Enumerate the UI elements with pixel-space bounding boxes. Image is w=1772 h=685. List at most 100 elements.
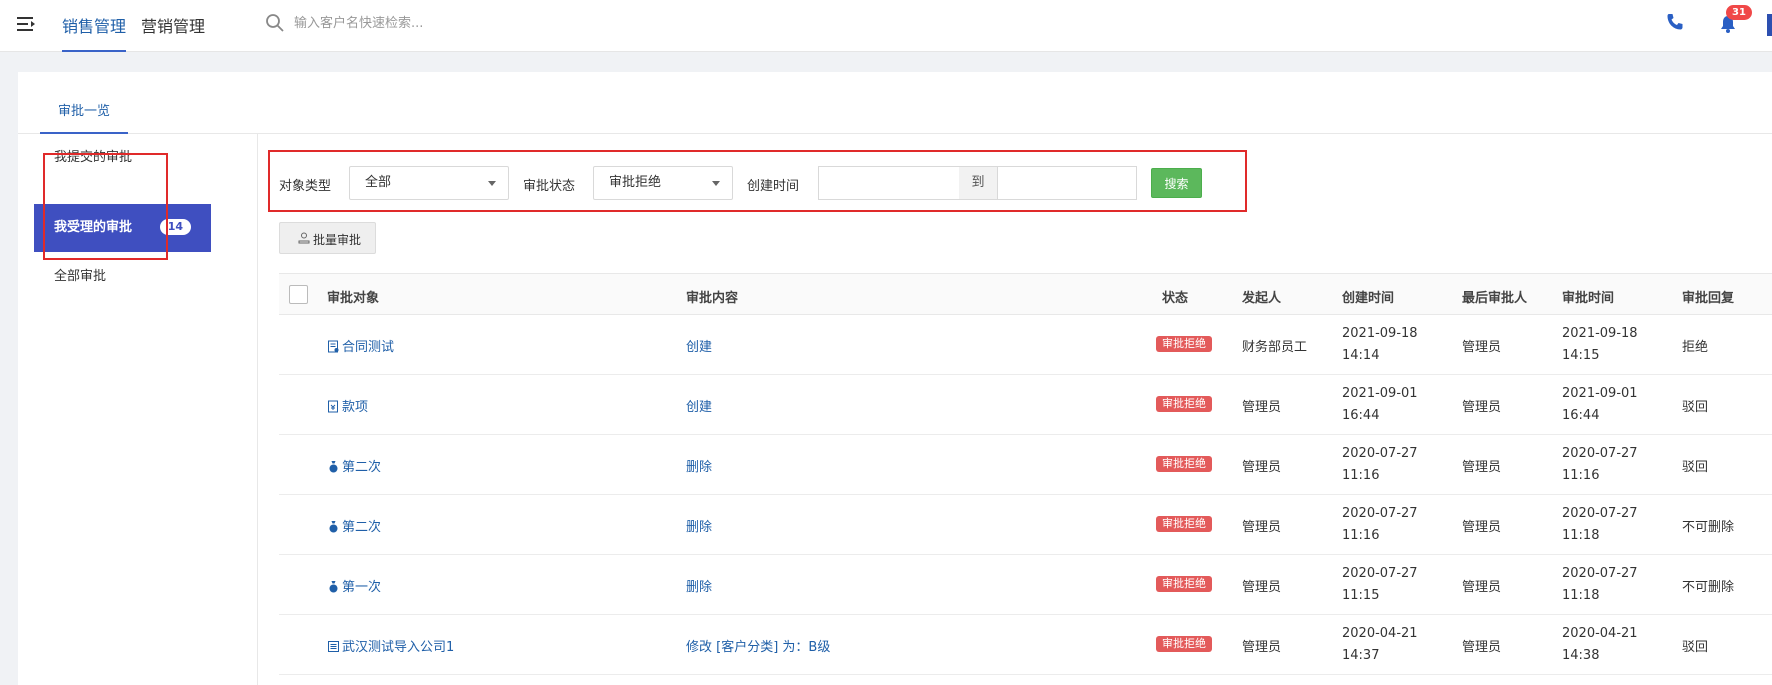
money-bag-icon (329, 461, 338, 473)
row-reply: 驳回 (1682, 400, 1709, 415)
row-approved-time: 2020-07-27 11:18 (1562, 503, 1638, 547)
table-row: 款项 创建 审批拒绝 管理员 2021-09-01 16:44 管理员 2021-… (279, 375, 1772, 435)
money-bag-icon (329, 581, 338, 593)
table-row: 合同测试 创建 审批拒绝 财务部员工 2021-09-18 14:14 管理员 2… (279, 315, 1772, 375)
row-object-text: 第二次 (342, 520, 382, 535)
col-last-approver: 最后审批人 (1462, 291, 1528, 306)
contract-icon (328, 340, 339, 353)
phone-icon[interactable] (1665, 12, 1685, 32)
status-label: 审批状态 (523, 179, 576, 194)
table-row: 第一次 删除 审批拒绝 管理员 2020-07-27 11:15 管理员 2020… (279, 555, 1772, 615)
row-content-link[interactable]: 创建 (686, 396, 712, 415)
row-object-text: 合同测试 (342, 340, 395, 355)
user-avatar-edge[interactable] (1767, 14, 1772, 36)
row-initiator: 管理员 (1242, 520, 1282, 535)
table-row: 武汉测试导入公司1 修改 [客户分类] 为：B级 审批拒绝 管理员 2020-0… (279, 615, 1772, 675)
row-approved-clock: 11:16 (1562, 468, 1600, 483)
tab-approval-overview[interactable]: 审批一览 (40, 100, 129, 134)
row-approved-clock: 14:38 (1562, 648, 1600, 663)
row-created-clock: 11:16 (1342, 468, 1380, 483)
row-created-time: 2020-07-27 11:16 (1342, 443, 1418, 487)
row-created-time: 2020-04-21 14:37 (1342, 623, 1418, 667)
date-from-input[interactable] (818, 166, 960, 200)
row-content-link[interactable]: 删除 (686, 516, 712, 535)
status-badge: 审批拒绝 (1156, 396, 1212, 412)
row-created-date: 2021-09-18 (1342, 326, 1418, 341)
row-created-date: 2020-04-21 (1342, 626, 1418, 641)
col-reply: 审批回复 (1682, 291, 1735, 306)
row-approved-date: 2020-07-27 (1562, 446, 1638, 461)
object-type-label: 对象类型 (279, 179, 332, 194)
row-created-time: 2021-09-01 16:44 (1342, 383, 1418, 427)
money-bag-icon (329, 521, 338, 533)
row-object-link[interactable]: 款项 (327, 396, 368, 415)
row-approved-time: 2021-09-01 16:44 (1562, 383, 1638, 427)
sidebar-item-handled[interactable]: 我受理的审批 14 (34, 204, 211, 252)
row-approved-date: 2020-07-27 (1562, 566, 1638, 581)
handled-count-badge: 14 (159, 219, 191, 235)
row-approved-date: 2020-07-27 (1562, 506, 1638, 521)
status-value: 审批拒绝 (609, 175, 662, 190)
row-reply: 不可删除 (1682, 520, 1735, 535)
customer-search-input[interactable] (294, 12, 614, 34)
payment-icon (328, 400, 338, 413)
object-type-select[interactable]: 全部 (349, 166, 509, 200)
col-created-time: 创建时间 (1342, 291, 1395, 306)
sidebar-item-label: 我提交的审批 (54, 150, 133, 165)
row-last-approver: 管理员 (1462, 640, 1502, 655)
row-object-text: 第二次 (342, 460, 382, 475)
row-approved-time: 2020-07-27 11:16 (1562, 443, 1638, 487)
row-approved-date: 2021-09-01 (1562, 386, 1638, 401)
date-to-input[interactable] (997, 166, 1137, 200)
row-object-link[interactable]: 合同测试 (327, 336, 394, 355)
topnav-sales[interactable]: 销售管理 (62, 13, 127, 52)
row-initiator: 财务部员工 (1242, 340, 1308, 355)
chevron-down-icon (488, 181, 496, 186)
chevron-down-icon (712, 181, 720, 186)
user-stamp-icon (298, 232, 310, 244)
select-all-checkbox[interactable] (289, 285, 308, 304)
row-object-text: 款项 (342, 400, 369, 415)
sidebar-item-label: 全部审批 (54, 269, 107, 284)
col-approved-time: 审批时间 (1562, 291, 1615, 306)
row-created-time: 2021-09-18 14:14 (1342, 323, 1418, 367)
row-content-link[interactable]: 创建 (686, 336, 712, 355)
row-content-link[interactable]: 删除 (686, 456, 712, 475)
row-approved-clock: 11:18 (1562, 588, 1600, 603)
topnav-marketing[interactable]: 营销管理 (141, 13, 205, 52)
row-object-link[interactable]: 第一次 (327, 576, 381, 595)
row-initiator: 管理员 (1242, 400, 1282, 415)
status-select[interactable]: 审批拒绝 (593, 166, 733, 200)
search-button[interactable]: 搜索 (1151, 168, 1202, 198)
row-object-link[interactable]: 第二次 (327, 516, 381, 535)
row-object-link[interactable]: 武汉测试导入公司1 (327, 636, 454, 655)
table-row: 第二次 删除 审批拒绝 管理员 2020-07-27 11:16 管理员 2020… (279, 435, 1772, 495)
row-object-link[interactable]: 第二次 (327, 456, 381, 475)
col-object: 审批对象 (327, 291, 380, 306)
menu-toggle-icon[interactable] (16, 13, 38, 35)
row-created-clock: 11:15 (1342, 588, 1380, 603)
row-created-clock: 14:14 (1342, 348, 1380, 363)
sidebar-item-all[interactable]: 全部审批 (34, 253, 211, 301)
row-approved-clock: 16:44 (1562, 408, 1600, 423)
col-content: 审批内容 (686, 291, 739, 306)
batch-approve-button[interactable]: 批量审批 (279, 222, 376, 254)
row-reply: 驳回 (1682, 640, 1709, 655)
row-last-approver: 管理员 (1462, 340, 1502, 355)
table-row: 第二次 删除 审批拒绝 管理员 2020-07-27 11:16 管理员 2020… (279, 495, 1772, 555)
row-created-date: 2021-09-01 (1342, 386, 1418, 401)
top-bar: 销售管理 营销管理 31 (0, 0, 1772, 52)
row-last-approver: 管理员 (1462, 520, 1502, 535)
row-initiator: 管理员 (1242, 640, 1282, 655)
sidebar-item-submitted[interactable]: 我提交的审批 (34, 134, 211, 182)
row-content-link[interactable]: 修改 [客户分类] 为：B级 (686, 636, 830, 655)
notifications[interactable]: 31 (1716, 5, 1756, 42)
col-status: 状态 (1162, 291, 1189, 306)
row-created-date: 2020-07-27 (1342, 506, 1418, 521)
row-reply: 驳回 (1682, 460, 1709, 475)
date-range-separator: 到 (959, 166, 997, 200)
row-content-link[interactable]: 删除 (686, 576, 712, 595)
sidebar-item-label: 我受理的审批 (54, 220, 133, 235)
row-last-approver: 管理员 (1462, 400, 1502, 415)
row-approved-time: 2020-04-21 14:38 (1562, 623, 1638, 667)
